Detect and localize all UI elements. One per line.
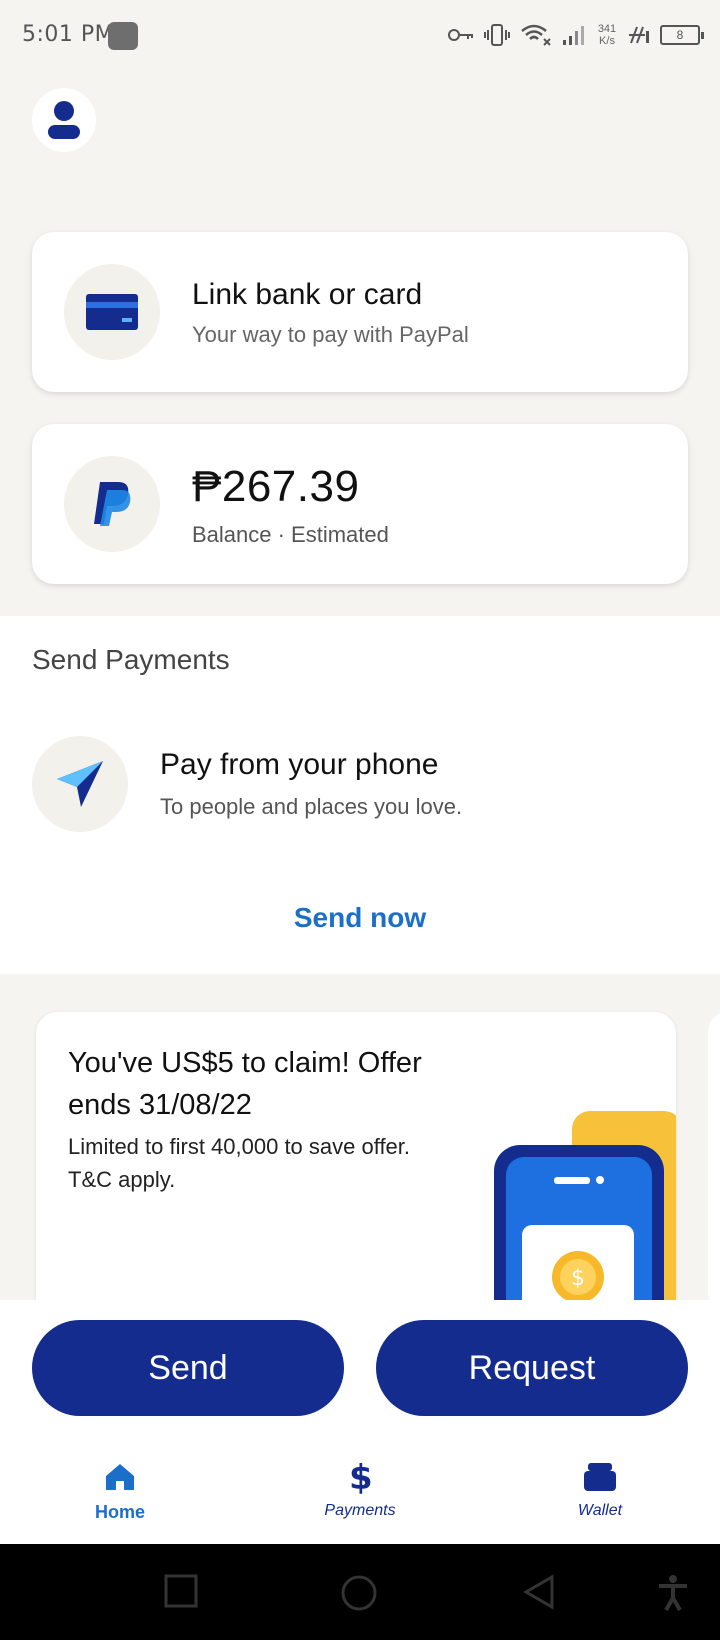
signal-2-icon — [629, 26, 649, 44]
recents-square-icon[interactable] — [164, 1574, 198, 1608]
send-paper-plane-icon — [57, 761, 103, 807]
notification-app-icon — [108, 22, 138, 50]
bottom-tab-bar: Home $ Payments Wallet — [0, 1444, 720, 1544]
send-icon-circle — [32, 736, 128, 832]
tab-home-label: Home — [94, 1502, 145, 1522]
wifi-icon — [521, 24, 551, 46]
link-card-subtitle: Your way to pay with PayPal — [192, 322, 469, 347]
credit-card-icon — [86, 294, 138, 330]
tab-payments-label: Payments — [324, 1502, 396, 1519]
send-subtitle: To people and places you love. — [160, 794, 463, 819]
promo-phone-illustration: $ — [494, 1111, 676, 1332]
action-bar: Send Request — [0, 1300, 720, 1444]
next-promo-card-peek[interactable] — [708, 1012, 720, 1312]
request-button[interactable]: Request — [376, 1320, 688, 1416]
promo-title: You've US$5 to claim! Offer ends 31/08/2… — [68, 1047, 422, 1121]
home-icon — [106, 1464, 134, 1490]
send-button[interactable]: Send — [32, 1320, 344, 1416]
tab-payments[interactable]: $ Payments — [280, 1458, 440, 1520]
accessibility-icon[interactable] — [656, 1574, 690, 1612]
svg-text:$: $ — [571, 1266, 585, 1291]
promo-subtitle: Limited to first 40,000 to save offer. T… — [68, 1134, 411, 1192]
tab-wallet[interactable]: Wallet — [520, 1458, 680, 1520]
paypal-logo-circle — [64, 456, 160, 552]
vibrate-icon — [484, 24, 510, 46]
key-icon — [448, 29, 473, 41]
link-bank-card[interactable]: Link bank or card Your way to pay with P… — [32, 232, 688, 392]
status-bar: 5:01 PM 341 K/s 8 — [0, 0, 720, 72]
tab-home[interactable]: Home — [40, 1458, 200, 1523]
link-card-title: Link bank or card — [192, 278, 423, 311]
send-payments-section: Send Payments Pay from your phone To peo… — [0, 616, 720, 974]
send-title: Pay from your phone — [160, 748, 439, 781]
back-triangle-icon[interactable] — [522, 1574, 556, 1610]
promo-card[interactable]: You've US$5 to claim! Offer ends 31/08/2… — [36, 1012, 676, 1332]
status-icons: 341 K/s 8 — [448, 20, 704, 50]
paypal-logo-icon — [94, 482, 131, 526]
system-navigation-bar — [0, 1544, 720, 1640]
tab-wallet-label: Wallet — [577, 1502, 623, 1519]
person-icon — [48, 101, 80, 139]
wallet-icon — [584, 1463, 616, 1491]
balance-card[interactable]: ₱267.39 Balance · Estimated — [32, 424, 688, 584]
dollar-icon: $ — [349, 1459, 372, 1495]
section-title: Send Payments — [32, 644, 230, 675]
send-now-link[interactable]: Send now — [0, 902, 720, 934]
signal-icon — [563, 26, 584, 45]
network-speed: 341 K/s — [597, 23, 617, 47]
balance-subtitle: Balance · Estimated — [192, 522, 389, 547]
status-time: 5:01 PM — [22, 22, 115, 47]
balance-amount: ₱267.39 — [192, 462, 360, 511]
home-circle-icon[interactable] — [340, 1574, 378, 1612]
battery-icon: 8 — [660, 25, 704, 45]
svg-text:$: $ — [349, 1459, 372, 1495]
credit-card-icon-circle — [64, 264, 160, 360]
profile-avatar-button[interactable] — [32, 88, 96, 152]
